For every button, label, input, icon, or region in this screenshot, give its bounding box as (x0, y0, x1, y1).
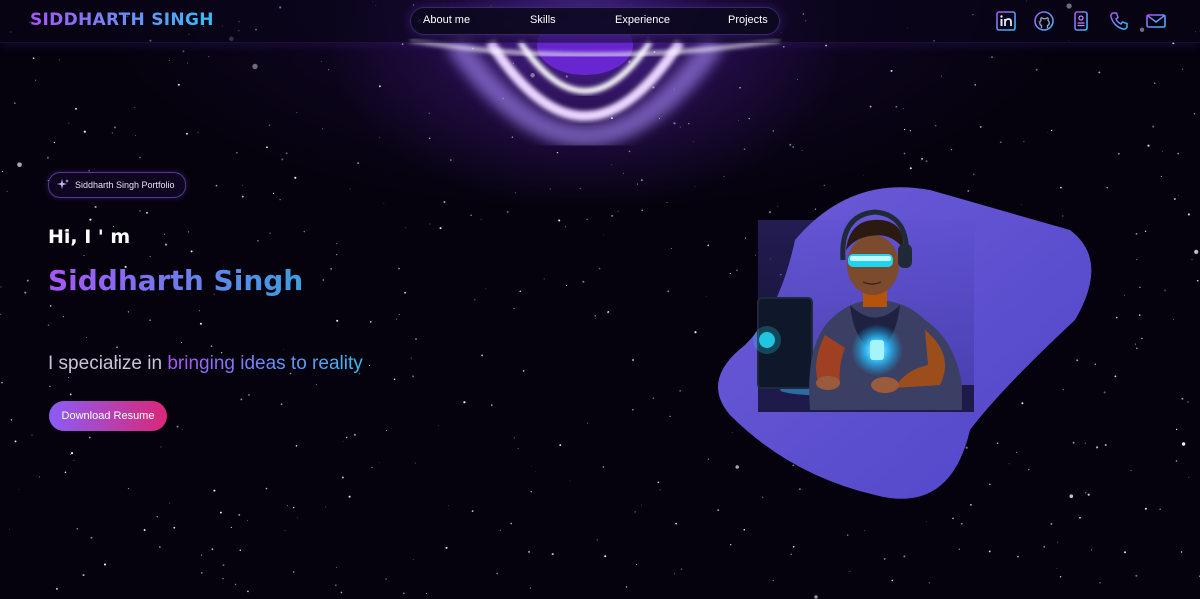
tagline-prefix: I specialize in (48, 353, 168, 374)
top-navbar: SIDDHARTH SINGH About me Skills Experien… (0, 0, 1200, 43)
linkedin-icon[interactable] (995, 10, 1017, 32)
email-icon[interactable] (1145, 10, 1167, 32)
download-resume-button[interactable]: Download Resume (49, 401, 167, 431)
portfolio-badge: Siddharth Singh Portfolio (48, 172, 186, 198)
github-icon[interactable] (1033, 10, 1055, 32)
hero-tagline: I specialize in bringing ideas to realit… (48, 353, 363, 375)
social-links (0, 10, 1200, 34)
developer-illustration (718, 187, 1092, 499)
hero-name: Siddharth Singh (48, 264, 304, 297)
resume-card-icon[interactable] (1070, 10, 1092, 32)
badge-label: Siddharth Singh Portfolio (75, 180, 175, 190)
phone-icon[interactable] (1108, 10, 1130, 32)
portfolio-page: SIDDHARTH SINGH About me Skills Experien… (0, 0, 1200, 599)
hero-greeting: Hi, I ' m (48, 226, 131, 248)
tagline-highlight: bringing ideas to reality (167, 353, 363, 374)
sparkle-icon (57, 179, 69, 189)
